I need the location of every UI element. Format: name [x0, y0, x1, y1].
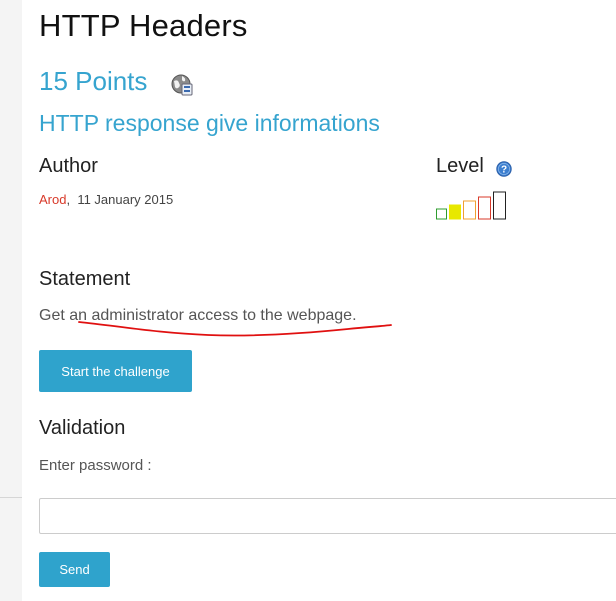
level-bar-5	[493, 191, 506, 220]
start-challenge-button[interactable]: Start the challenge	[39, 350, 192, 392]
author-separator: ,	[66, 192, 71, 207]
challenge-subtitle: HTTP response give informations	[39, 110, 380, 136]
red-handdrawn-underline	[78, 321, 392, 337]
password-label: Enter password :	[39, 457, 152, 474]
validation-heading: Validation	[39, 417, 126, 439]
author-name-link[interactable]: Arod	[39, 192, 66, 207]
left-edge-divider	[0, 497, 22, 498]
author-date: 11 January 2015	[77, 192, 174, 207]
author-heading: Author	[39, 155, 98, 177]
send-button[interactable]: Send	[39, 552, 110, 587]
level-indicator	[436, 191, 506, 220]
level-bar-3	[463, 200, 476, 220]
page: HTTP Headers 15 Points HTTP response giv…	[0, 0, 616, 601]
level-heading: Level	[436, 155, 484, 177]
svg-text:?: ?	[501, 165, 507, 176]
points-label: 15 Points	[39, 66, 148, 96]
author-line: Arod, 11 January 2015	[39, 192, 173, 207]
level-bar-2	[449, 204, 461, 220]
level-bar-1	[436, 208, 447, 220]
globe-icon[interactable]	[170, 73, 194, 97]
help-icon[interactable]: ?	[496, 161, 512, 177]
statement-heading: Statement	[39, 268, 131, 290]
page-title: HTTP Headers	[39, 8, 248, 43]
level-bar-4	[478, 196, 491, 220]
password-input[interactable]	[39, 498, 616, 534]
